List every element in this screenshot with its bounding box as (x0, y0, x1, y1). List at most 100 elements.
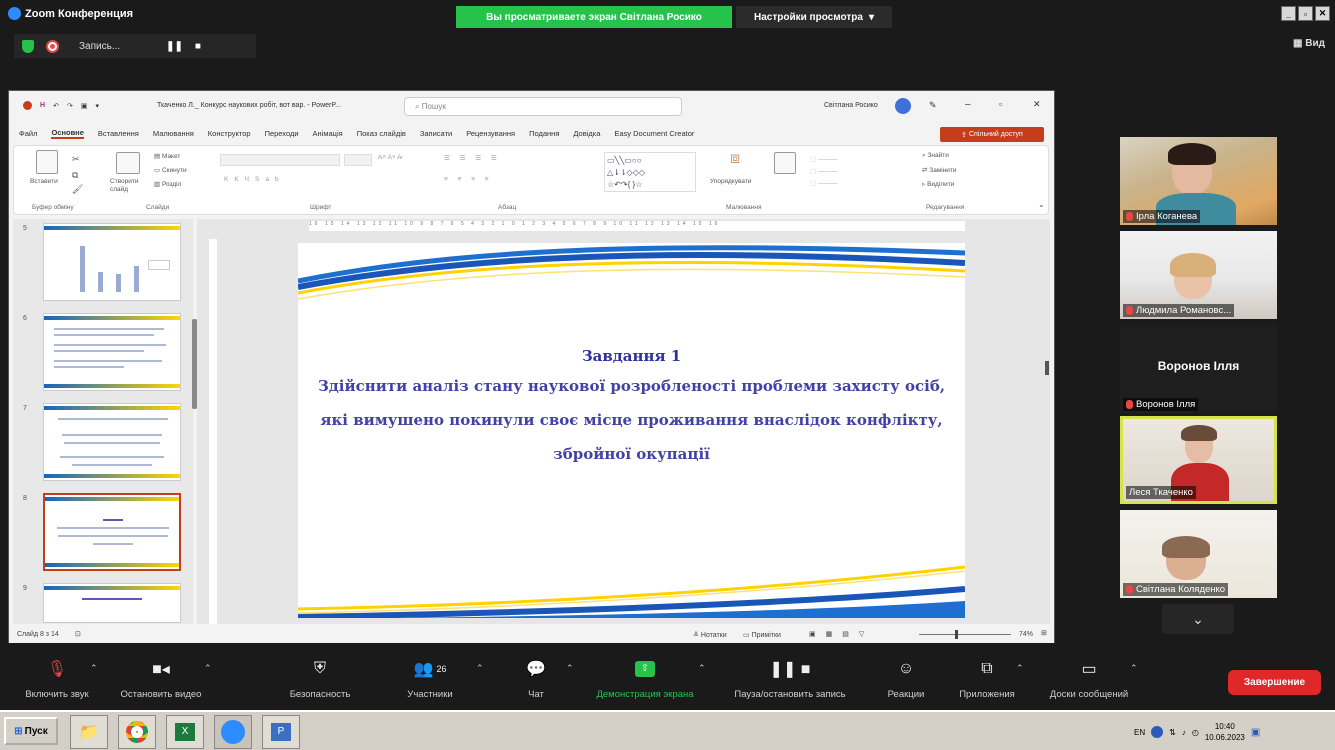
reactions-button[interactable]: ☺ Реакции (878, 659, 934, 700)
font-size-select[interactable] (344, 154, 372, 166)
share-screen-button[interactable]: ⇧ Демонстрация экрана (582, 659, 708, 700)
view-settings-button[interactable]: Настройки просмотра ▾ (736, 6, 892, 28)
font-format-icons[interactable]: KKЧSab (224, 176, 285, 183)
tab-animations[interactable]: Анімація (313, 129, 343, 138)
participant-tile[interactable]: Світлана Коляденко (1120, 510, 1277, 598)
pause-record-icon[interactable]: ❚❚ (166, 41, 183, 52)
tab-file[interactable]: Файл (19, 129, 37, 138)
slide-thumbnail[interactable] (43, 313, 181, 391)
tab-home[interactable]: Основне (51, 128, 84, 139)
tab-design[interactable]: Конструктор (208, 129, 251, 138)
align-icons[interactable]: ≡ ≡ ≡ ≡ (444, 176, 493, 183)
slide-thumbnail[interactable] (43, 403, 181, 481)
audio-options-caret[interactable]: ⌃ (90, 663, 98, 674)
editor-scrollbar[interactable] (1045, 361, 1049, 375)
ppt-minimize-button[interactable]: – (965, 99, 971, 110)
chat-options-caret[interactable]: ⌃ (566, 663, 574, 674)
zoom-slider-thumb[interactable] (955, 630, 958, 639)
tab-transitions[interactable]: Переходи (265, 129, 299, 138)
pause-stop-record-button[interactable]: ❚❚ ■ Пауза/остановить запись (720, 659, 860, 700)
notes-button[interactable]: ≙ Нотатки (693, 631, 727, 639)
ppt-close-button[interactable]: ✕ (1033, 99, 1041, 110)
end-meeting-button[interactable]: Завершение (1228, 670, 1321, 695)
help-icon[interactable] (1151, 726, 1164, 738)
volume-icon[interactable]: ♪ (1182, 728, 1186, 737)
comments-button[interactable]: ▭ Примітки (743, 631, 781, 639)
tab-record[interactable]: Записати (420, 129, 452, 138)
slide-thumbnail-pane[interactable]: 5 6 7 8 9 (13, 219, 193, 624)
apps-options-caret[interactable]: ⌃ (1016, 663, 1024, 674)
fit-slide-icon[interactable]: ⊞ (1041, 629, 1047, 637)
network-icon[interactable]: ⇅ (1169, 728, 1176, 737)
video-options-caret[interactable]: ⌃ (204, 663, 212, 674)
tab-help[interactable]: Довідка (573, 129, 600, 138)
paste-icon[interactable] (36, 150, 58, 174)
view-button[interactable]: ▦ Вид (1293, 38, 1325, 49)
participants-button[interactable]: 👥 26 Участники (392, 659, 468, 700)
current-slide[interactable]: Завдання 1 Здійснити аналіз стану науков… (298, 243, 965, 618)
tab-easy-document-creator[interactable]: Easy Document Creator (614, 129, 694, 138)
undo-icon[interactable]: ↶ (53, 102, 59, 110)
security-button[interactable]: ⛨ Безопасность (280, 659, 360, 700)
tab-draw[interactable]: Малювання (153, 129, 194, 138)
start-button[interactable]: ⊞ Пуск (4, 717, 58, 745)
unmute-button[interactable]: 🎙 Включить звук (14, 659, 100, 700)
section-button[interactable]: ▥ Розділ (154, 180, 181, 188)
participant-tile[interactable]: Людмила Романовс... (1120, 231, 1277, 319)
replace-button[interactable]: ⇄ Замінити (922, 166, 957, 174)
whiteboards-button[interactable]: ▭ Доски сообщений (1038, 659, 1140, 700)
tab-insert[interactable]: Вставлення (98, 129, 139, 138)
language-indicator[interactable]: EN (1134, 728, 1145, 737)
cut-icon[interactable]: ✂ (72, 154, 80, 165)
stop-record-icon[interactable]: ■ (195, 41, 201, 52)
select-button[interactable]: ▹ Виділити (922, 180, 954, 188)
shield-icon[interactable] (22, 39, 34, 53)
format-painter-icon[interactable]: 🖌 (72, 184, 83, 195)
accessibility-icon[interactable]: ⊡ (75, 630, 81, 638)
taskbar-zoom[interactable] (214, 715, 252, 749)
layout-button[interactable]: ▤ Макет (154, 152, 180, 160)
show-desktop-icon[interactable]: ▣ (1251, 727, 1260, 738)
slide-thumbnail[interactable] (43, 223, 181, 301)
quick-styles-icon[interactable] (774, 152, 796, 174)
participant-tile-active-speaker[interactable]: Леся Ткаченко (1120, 416, 1277, 504)
apps-button[interactable]: ⧉ Приложения (950, 659, 1024, 700)
whiteboards-options-caret[interactable]: ⌃ (1130, 663, 1138, 674)
ppt-search-input[interactable]: ⌕ Пошук (404, 97, 682, 116)
gallery-scroll-down-button[interactable]: ⌄ (1162, 604, 1234, 634)
chat-button[interactable]: 💬 Чат (516, 659, 556, 700)
stop-video-button[interactable]: ■◂ Остановить видео (108, 659, 214, 700)
minimize-button[interactable]: _ (1281, 6, 1296, 21)
tab-slideshow[interactable]: Показ слайдів (357, 129, 406, 138)
list-icons[interactable]: ☰ ☰ ☰ ☰ (444, 154, 501, 162)
taskbar-file-explorer[interactable]: 📁 (70, 715, 108, 749)
slide-thumbnail[interactable] (43, 583, 181, 623)
zoom-slider[interactable] (919, 634, 1011, 635)
font-grow-icon[interactable]: A˄ A˅ A̷ (378, 154, 402, 161)
shape-fill-options[interactable]: ⬚ ——— ⬚ ——— ⬚ ——— (810, 154, 837, 190)
ppt-restore-button[interactable]: ▫ (999, 99, 1002, 109)
participant-tile[interactable]: Ірла Коганева (1120, 137, 1277, 225)
pen-icon[interactable]: ✎ (929, 100, 937, 111)
copy-icon[interactable]: ⧉ (72, 170, 78, 181)
save-icon[interactable]: H (40, 102, 45, 109)
close-button[interactable]: ✕ (1315, 6, 1330, 21)
redo-icon[interactable]: ↷ (67, 102, 73, 110)
autosave-icon[interactable] (23, 101, 32, 110)
font-family-select[interactable] (220, 154, 340, 166)
taskbar-powerpoint[interactable]: P (262, 715, 300, 749)
find-button[interactable]: ⌕ Знайти (922, 152, 949, 160)
avatar[interactable] (895, 98, 911, 114)
arrange-icon[interactable]: ⧈ (730, 150, 740, 168)
clock[interactable]: 10:40 10.06.2023 (1205, 721, 1245, 743)
slide-thumbnail-selected[interactable] (43, 493, 181, 571)
present-icon[interactable]: ▣ (81, 102, 88, 110)
reset-button[interactable]: ▭ Скинути (154, 166, 187, 174)
taskbar-chrome[interactable] (118, 715, 156, 749)
taskbar-excel[interactable]: X (166, 715, 204, 749)
participants-options-caret[interactable]: ⌃ (476, 663, 484, 674)
collapse-ribbon-icon[interactable]: ⌄ (1038, 200, 1045, 209)
share-options-caret[interactable]: ⌃ (698, 663, 706, 674)
view-mode-icons[interactable]: ▣▦▤▽ (809, 630, 874, 638)
new-slide-icon[interactable] (116, 152, 140, 174)
